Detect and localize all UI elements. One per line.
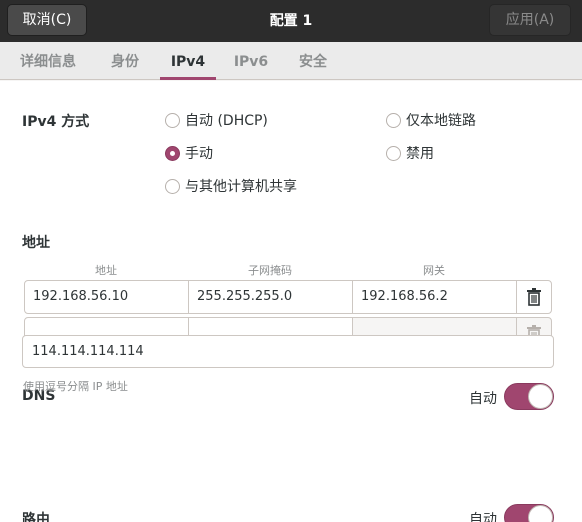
header-bar: 取消(C) 配置 1 应用(A) [0, 0, 582, 42]
dns-auto-label: 自动 [469, 391, 497, 407]
radio-indicator-selected [165, 145, 180, 161]
scrollbar[interactable] [578, 81, 581, 522]
radio-label: 手动 [185, 146, 213, 162]
tab-ipv4[interactable]: IPv4 [160, 42, 216, 80]
radio-indicator [165, 178, 180, 194]
dns-auto-switch[interactable] [504, 383, 554, 410]
ipv4-method-label: IPv4 方式 [22, 114, 90, 130]
column-header-address: 地址 [95, 264, 117, 277]
tab-details[interactable]: 详细信息 [12, 42, 84, 80]
switch-knob [528, 384, 553, 409]
radio-auto-dhcp[interactable]: 自动 (DHCP) [165, 110, 268, 130]
switch-knob [528, 505, 553, 522]
gateway-input[interactable]: 192.168.56.2 [352, 280, 517, 314]
apply-button[interactable]: 应用(A) [489, 4, 571, 36]
radio-label: 与其他计算机共享 [185, 179, 297, 195]
address-input[interactable]: 192.168.56.10 [24, 280, 189, 314]
routes-auto-label: 自动 [469, 512, 497, 522]
radio-link-local[interactable]: 仅本地链路 [386, 110, 476, 130]
column-header-netmask: 子网掩码 [248, 264, 292, 277]
tab-ipv6[interactable]: IPv6 [225, 42, 277, 80]
routes-section-label: 路由 [22, 512, 50, 522]
active-tab-indicator [160, 77, 216, 80]
radio-label: 自动 (DHCP) [185, 113, 268, 129]
address-section-label: 地址 [22, 235, 50, 251]
ipv4-settings-panel: IPv4 方式 自动 (DHCP) 仅本地链路 手动 禁用 与其他计算机共享 地… [0, 81, 582, 522]
tab-security[interactable]: 安全 [288, 42, 338, 80]
radio-disabled[interactable]: 禁用 [386, 143, 434, 163]
radio-indicator [386, 145, 401, 161]
radio-indicator [165, 112, 180, 128]
routes-auto-switch[interactable] [504, 504, 554, 522]
radio-manual[interactable]: 手动 [165, 143, 213, 163]
delete-row-button[interactable] [516, 280, 552, 314]
tab-identity[interactable]: 身份 [99, 42, 151, 80]
dns-hint: 使用逗号分隔 IP 地址 [23, 380, 128, 393]
netmask-input[interactable]: 255.255.255.0 [188, 280, 353, 314]
dns-input[interactable]: 114.114.114.114 [22, 335, 554, 368]
trash-icon [527, 288, 541, 306]
radio-shared[interactable]: 与其他计算机共享 [165, 176, 297, 196]
radio-label: 禁用 [406, 146, 434, 162]
radio-indicator [386, 112, 401, 128]
column-header-gateway: 网关 [423, 264, 445, 277]
tab-bar: 详细信息 身份 IPv4 IPv6 安全 [0, 42, 582, 80]
radio-label: 仅本地链路 [406, 113, 476, 129]
